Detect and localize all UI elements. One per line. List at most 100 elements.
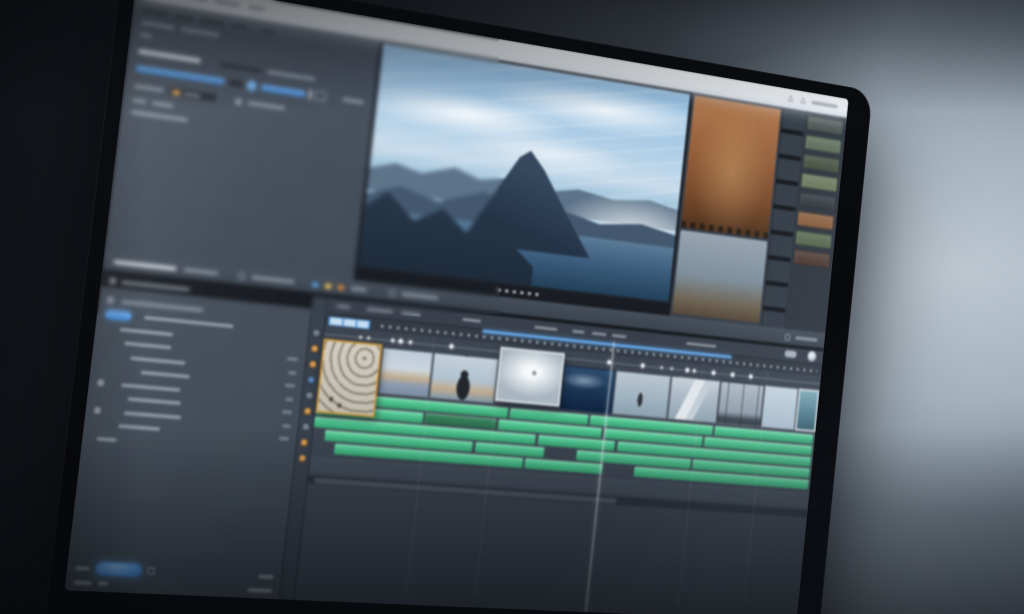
timeline-clip[interactable]	[495, 347, 565, 407]
timeline-clip[interactable]	[795, 388, 820, 432]
keyframe-dot[interactable]	[409, 340, 413, 344]
property-label-bar	[96, 436, 117, 442]
property-label-bar	[140, 371, 189, 379]
keyframe-dot[interactable]	[749, 374, 753, 379]
toggle-pill[interactable]	[105, 309, 132, 321]
property-value-bar	[288, 370, 297, 375]
bin-item-thumbnail[interactable]	[793, 249, 830, 268]
slider-track-filled	[136, 64, 226, 85]
property-label-bar	[127, 397, 181, 405]
property-label-bar	[130, 356, 186, 365]
track-status-dot[interactable]	[303, 423, 310, 430]
yellow-marker-chip[interactable]	[325, 283, 332, 289]
timeline-clip[interactable]	[378, 347, 433, 398]
keyframe-dot[interactable]	[730, 372, 734, 377]
header-label-bar	[336, 304, 350, 308]
header-label-bar	[592, 332, 607, 336]
timeline-clip[interactable]	[717, 381, 764, 428]
triangle-icon[interactable]: △	[788, 94, 794, 103]
property-label-bar	[119, 327, 173, 336]
screen: △△	[64, 0, 848, 614]
property-value-bar	[285, 397, 294, 402]
track-status-dot[interactable]	[310, 361, 317, 368]
zoom-dial[interactable]	[807, 351, 817, 362]
menubar-right-label	[811, 101, 837, 109]
property-value-bar	[282, 423, 291, 428]
timeline-clip[interactable]	[668, 376, 721, 424]
track-status-dot[interactable]	[301, 439, 308, 446]
value-box[interactable]	[314, 90, 326, 101]
bin-item-thumbnail[interactable]	[803, 154, 840, 173]
bin-item-thumbnail[interactable]	[805, 135, 842, 154]
transport-dot-button[interactable]	[528, 292, 532, 295]
header-label-bar	[462, 318, 481, 323]
timeline-track-panel	[64, 273, 313, 599]
track-status-dot[interactable]	[313, 330, 320, 337]
keyframe-dot[interactable]	[399, 339, 404, 344]
bin-item-thumbnail[interactable]	[807, 116, 844, 136]
menubar-item[interactable]	[215, 0, 240, 7]
track-status-dot[interactable]	[306, 392, 313, 399]
transport-dot-button[interactable]	[512, 290, 516, 293]
timecode-icon	[238, 272, 245, 280]
header-pill-button[interactable]	[784, 350, 797, 358]
transport-dot-button[interactable]	[535, 292, 539, 295]
photo-backdrop: △△	[0, 0, 1024, 614]
keyframe-dot[interactable]	[712, 370, 716, 375]
transport-dot-button[interactable]	[520, 291, 524, 294]
source-thumbnail-muted[interactable]	[672, 230, 767, 323]
blue-marker-chip[interactable]	[312, 282, 319, 288]
transport-dot-button[interactable]	[505, 289, 509, 292]
slider-end-tick	[309, 89, 312, 99]
keyframe-dot[interactable]	[641, 363, 645, 368]
bin-item-thumbnail[interactable]	[795, 230, 832, 249]
track-status-dot[interactable]	[308, 376, 315, 383]
checkbox-icon[interactable]	[235, 97, 242, 105]
circle-icon	[97, 379, 105, 387]
track-status-dot[interactable]	[299, 455, 306, 462]
header-label-bar	[366, 308, 393, 314]
orange-marker-chip[interactable]	[338, 284, 345, 290]
property-label-bar	[121, 383, 181, 392]
property-label-bar	[124, 411, 182, 420]
timeline-clip[interactable]	[612, 370, 671, 419]
amber-chip	[172, 89, 180, 95]
track-status-dot[interactable]	[311, 345, 318, 352]
primary-action-button[interactable]	[95, 562, 143, 577]
lock-icon[interactable]	[785, 334, 791, 341]
property-value-bar	[287, 357, 299, 362]
checkbox-icon[interactable]	[389, 289, 396, 296]
bin-item-thumbnail[interactable]	[799, 192, 836, 211]
keyframe-dot[interactable]	[449, 344, 454, 349]
header-label-bar	[401, 311, 420, 316]
bin-item-thumbnail[interactable]	[797, 211, 834, 230]
slider-knob[interactable]	[246, 79, 258, 91]
panel-icon	[109, 277, 117, 285]
timeline-clip[interactable]	[761, 385, 798, 430]
source-thumbnail-warm[interactable]	[681, 95, 781, 239]
property-label-bar	[124, 341, 172, 350]
properties-panel	[104, 0, 380, 280]
input-field[interactable]	[169, 87, 216, 102]
menubar-item[interactable]	[248, 5, 265, 12]
triangle-icon[interactable]: △	[800, 97, 806, 106]
header-label-bar	[572, 330, 585, 334]
header-label-bar	[534, 326, 557, 331]
header-label-bar	[686, 342, 717, 348]
header-label-bar	[611, 334, 626, 338]
property-value-bar	[285, 383, 296, 388]
track-status-dot[interactable]	[304, 408, 311, 415]
transport-dot-button[interactable]	[497, 288, 501, 291]
keyframe-dot[interactable]	[685, 368, 689, 373]
timeline-clip[interactable]	[429, 352, 499, 403]
timeline-clip[interactable]	[316, 338, 383, 417]
keyframe-dot[interactable]	[692, 369, 695, 373]
circle-icon	[93, 407, 101, 415]
bin-item-thumbnail[interactable]	[801, 173, 838, 192]
menubar-item[interactable]	[186, 0, 208, 2]
monitor-bezel: △△	[37, 0, 872, 614]
property-value-bar	[282, 410, 293, 415]
keyframe-dot[interactable]	[391, 338, 395, 342]
property-label-bar	[118, 424, 160, 431]
grid-icon	[106, 297, 114, 305]
